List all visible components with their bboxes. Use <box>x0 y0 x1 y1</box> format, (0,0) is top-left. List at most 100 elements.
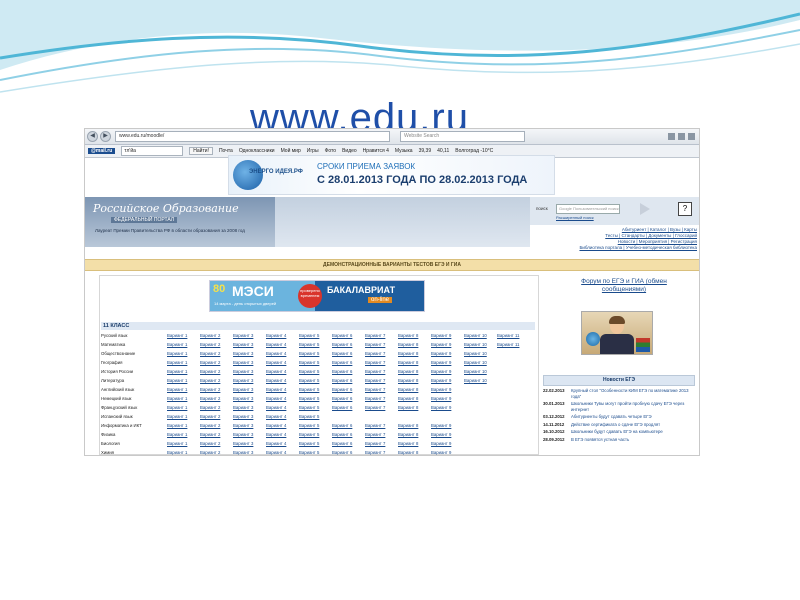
variant-link[interactable]: Вариант 6 <box>332 369 365 374</box>
variant-link[interactable]: Вариант 8 <box>398 387 431 392</box>
variant-link[interactable]: Вариант 6 <box>332 351 365 356</box>
variant-link[interactable]: Вариант 3 <box>233 423 266 428</box>
back-icon[interactable]: ◀ <box>87 131 98 142</box>
variant-link[interactable]: Вариант 2 <box>200 396 233 401</box>
variant-link[interactable]: Вариант 5 <box>299 378 332 383</box>
variant-link[interactable]: Вариант 1 <box>167 414 200 419</box>
variant-link[interactable]: Вариант 1 <box>167 351 200 356</box>
variant-link[interactable]: Вариант 9 <box>431 351 464 356</box>
toolbar-item[interactable]: Мой мир <box>281 148 301 154</box>
variant-link[interactable]: Вариант 3 <box>233 405 266 410</box>
variant-link[interactable]: Вариант 1 <box>167 342 200 347</box>
news-link[interactable]: Действие сертификата о сдаче ЕГЭ продлят <box>571 422 660 428</box>
variant-link[interactable]: Вариант 9 <box>431 342 464 347</box>
variant-link[interactable]: Вариант 3 <box>233 396 266 401</box>
variant-link[interactable]: Вариант 1 <box>167 360 200 365</box>
variant-link[interactable]: Вариант 1 <box>167 369 200 374</box>
variant-link[interactable]: Вариант 10 <box>464 342 497 347</box>
variant-link[interactable]: Вариант 5 <box>299 405 332 410</box>
variant-link[interactable]: Вариант 5 <box>299 432 332 437</box>
variant-link[interactable]: Вариант 7 <box>365 369 398 374</box>
variant-link[interactable]: Вариант 1 <box>167 396 200 401</box>
variant-link[interactable]: Вариант 5 <box>299 369 332 374</box>
variant-link[interactable]: Вариант 4 <box>266 378 299 383</box>
variant-link[interactable]: Вариант 6 <box>332 333 365 338</box>
variant-link[interactable]: Вариант 8 <box>398 432 431 437</box>
portal-header-logo[interactable]: Российское Образование ФЕДЕРАЛЬНЫЙ ПОРТА… <box>85 197 275 247</box>
variant-link[interactable]: Вариант 3 <box>233 432 266 437</box>
variant-link[interactable]: Вариант 5 <box>299 387 332 392</box>
variant-link[interactable]: Вариант 4 <box>266 333 299 338</box>
forum-link[interactable]: Форум по ЕГЭ и ГИА (обмен сообщениями) <box>576 278 672 294</box>
variant-link[interactable]: Вариант 7 <box>365 360 398 365</box>
variant-link[interactable]: Вариант 4 <box>266 351 299 356</box>
url-field[interactable]: www.edu.ru/moodle/ <box>115 131 390 142</box>
variant-link[interactable]: Вариант 5 <box>299 414 332 419</box>
variant-link[interactable]: Вариант 3 <box>233 360 266 365</box>
variant-link[interactable]: Вариант 2 <box>200 378 233 383</box>
news-link[interactable]: В ЕГЭ появятся устная часть <box>571 437 629 443</box>
variant-link[interactable]: Вариант 1 <box>167 432 200 437</box>
variant-link[interactable]: Вариант 4 <box>266 396 299 401</box>
search-go-icon[interactable] <box>640 203 650 215</box>
toolbar-item[interactable]: Одноклассники <box>239 148 275 154</box>
variant-link[interactable]: Вариант 7 <box>365 387 398 392</box>
advanced-search-link[interactable]: Расширенный поиск <box>556 215 594 220</box>
variant-link[interactable]: Вариант 3 <box>233 414 266 419</box>
variant-link[interactable]: Вариант 5 <box>299 450 332 455</box>
variant-link[interactable]: Вариант 11 <box>497 333 530 338</box>
variant-link[interactable]: Вариант 8 <box>398 333 431 338</box>
variant-link[interactable]: Вариант 10 <box>464 351 497 356</box>
forward-icon[interactable]: ▶ <box>100 131 111 142</box>
variant-link[interactable]: Вариант 6 <box>332 378 365 383</box>
variant-link[interactable]: Вариант 2 <box>200 387 233 392</box>
variant-link[interactable]: Вариант 2 <box>200 342 233 347</box>
nav-row[interactable]: Новости | Мероприятия | Регистрация <box>618 239 697 244</box>
variant-link[interactable]: Вариант 9 <box>431 432 464 437</box>
variant-link[interactable]: Вариант 8 <box>398 450 431 455</box>
variant-link[interactable]: Вариант 4 <box>266 369 299 374</box>
variant-link[interactable]: Вариант 10 <box>464 360 497 365</box>
news-link[interactable]: Абитуриенты будут сдавать четыре ЕГЭ <box>571 414 652 420</box>
portal-search-input[interactable]: Google Пользовательский поиск <box>556 204 620 214</box>
variant-link[interactable]: Вариант 1 <box>167 450 200 455</box>
variant-link[interactable]: Вариант 5 <box>299 441 332 446</box>
variant-link[interactable]: Вариант 8 <box>398 369 431 374</box>
variant-link[interactable]: Вариант 4 <box>266 441 299 446</box>
variant-link[interactable]: Вариант 6 <box>332 405 365 410</box>
variant-link[interactable]: Вариант 10 <box>464 369 497 374</box>
variant-link[interactable]: Вариант 7 <box>365 423 398 428</box>
variant-link[interactable]: Вариант 2 <box>200 432 233 437</box>
variant-link[interactable]: Вариант 7 <box>365 450 398 455</box>
variant-link[interactable]: Вариант 4 <box>266 405 299 410</box>
toolbar-item[interactable]: 39,39 <box>419 148 432 154</box>
news-link[interactable]: Крупный стол "Особенности КИМ ЕГЭ по мат… <box>571 388 693 399</box>
variant-link[interactable]: Вариант 5 <box>299 333 332 338</box>
toolbar-item[interactable]: Почта <box>219 148 233 154</box>
variant-link[interactable]: Вариант 1 <box>167 441 200 446</box>
variant-link[interactable]: Вариант 2 <box>200 450 233 455</box>
variant-link[interactable]: Вариант 6 <box>332 342 365 347</box>
variant-link[interactable]: Вариант 7 <box>365 333 398 338</box>
variant-link[interactable]: Вариант 3 <box>233 351 266 356</box>
variant-link[interactable]: Вариант 9 <box>431 333 464 338</box>
toolbar-item[interactable]: Игры <box>307 148 319 154</box>
toolbar-item[interactable]: Видео <box>342 148 357 154</box>
variant-link[interactable]: Вариант 2 <box>200 405 233 410</box>
nav-row[interactable]: Тесты | Стандарты | Документы | Глоссари… <box>605 233 697 238</box>
variant-link[interactable]: Вариант 9 <box>431 405 464 410</box>
variant-link[interactable]: Вариант 2 <box>200 414 233 419</box>
variant-link[interactable]: Вариант 3 <box>233 342 266 347</box>
variant-link[interactable]: Вариант 9 <box>431 360 464 365</box>
variant-link[interactable]: Вариант 10 <box>464 378 497 383</box>
menu-icon[interactable] <box>688 133 695 140</box>
variant-link[interactable]: Вариант 3 <box>233 450 266 455</box>
energy-idea-banner[interactable]: ЭНЕРГО ИДЕЯ.РФ СРОКИ ПРИЕМА ЗАЯВОК С 28.… <box>228 155 555 195</box>
variant-link[interactable]: Вариант 4 <box>266 414 299 419</box>
variant-link[interactable]: Вариант 6 <box>332 441 365 446</box>
toolbar-item[interactable]: Волгоград -10°C <box>455 148 493 154</box>
variant-link[interactable]: Вариант 2 <box>200 423 233 428</box>
bookmark-icon[interactable] <box>678 133 685 140</box>
toolbar-item[interactable]: Музыка <box>395 148 413 154</box>
variant-link[interactable]: Вариант 6 <box>332 450 365 455</box>
